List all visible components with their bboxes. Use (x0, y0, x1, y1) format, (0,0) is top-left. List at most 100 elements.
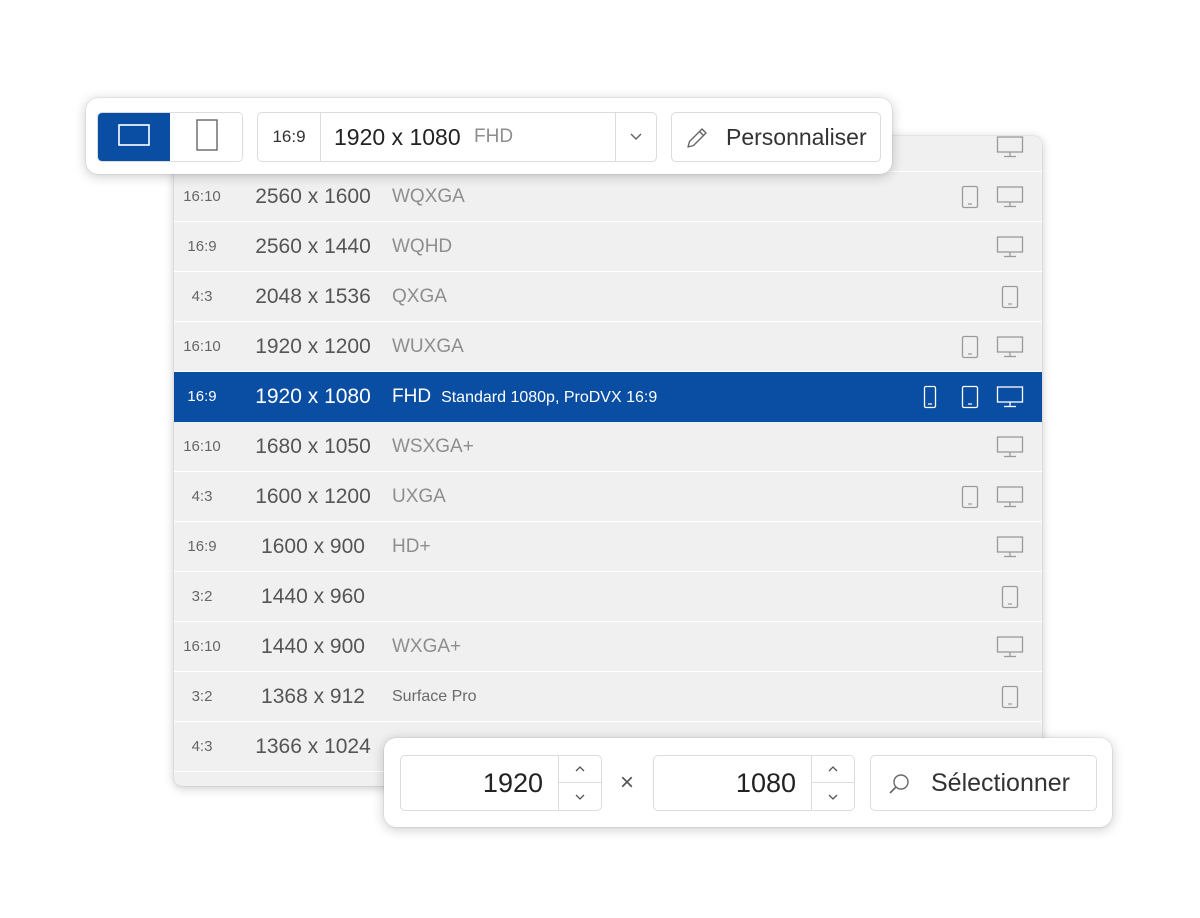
preset-ratio: 16:9 (258, 113, 321, 161)
resolution-name: FHD (392, 386, 432, 407)
list-item[interactable]: 4:3 1600 x 1200 UXGA (174, 472, 1042, 522)
resolution: 1600 x 900 (261, 535, 365, 558)
resolution-name: WXGA+ (392, 636, 462, 657)
height-stepper[interactable]: 1080 (653, 755, 855, 811)
resolution-name-group: HD+ (392, 522, 431, 572)
aspect-ratio: 16:10 (183, 638, 221, 655)
monitor-icon (996, 533, 1024, 561)
resolution: 2560 x 1600 (255, 185, 371, 208)
resolution: 1366 x 1024 (255, 735, 371, 758)
list-item[interactable]: 16:10 1920 x 1200 WUXGA (174, 322, 1042, 372)
select-button[interactable]: Sélectionner (870, 755, 1097, 811)
list-item[interactable]: 16:10 1680 x 1050 WSXGA+ (174, 422, 1042, 472)
tablet-icon (956, 183, 984, 211)
list-item-selected[interactable]: 16:9 1920 x 1080 FHD Standard 1080p, ProDVX… (174, 372, 1042, 422)
resolution-name: Surface Pro (392, 688, 477, 705)
resolution: 1368 x 912 (261, 685, 365, 708)
list-item[interactable]: 16:9 2560 x 1440 WQHD (174, 222, 1042, 272)
device-icons (956, 322, 1024, 372)
device-icons (996, 422, 1024, 472)
resolution-name: WSXGA+ (392, 436, 474, 457)
width-increment-button[interactable] (559, 756, 601, 783)
device-icons (996, 672, 1024, 722)
tablet-icon (996, 583, 1024, 611)
device-icons (916, 372, 1024, 422)
orientation-toggle[interactable] (97, 112, 243, 162)
device-icons (996, 522, 1024, 572)
resolution-name: WQHD (392, 236, 453, 257)
tablet-icon (996, 283, 1024, 311)
resolution-name: WUXGA (392, 336, 464, 357)
tablet-icon (996, 683, 1024, 711)
list-item[interactable]: 16:10 2560 x 1600 WQXGA (174, 172, 1042, 222)
aspect-ratio: 16:10 (183, 188, 221, 205)
resolution: 1440 x 960 (261, 585, 365, 608)
list-item[interactable]: 3:2 1368 x 912 Surface Pro (174, 672, 1042, 722)
resolution: 1440 x 900 (261, 635, 365, 658)
width-decrement-button[interactable] (559, 783, 601, 810)
preset-resolution: 1920 x 1080 (334, 124, 461, 150)
aspect-ratio: 3:2 (191, 588, 213, 605)
chevron-up-icon (574, 760, 586, 778)
preset-toolbar: 16:9 1920 x 1080 FHD Personnaliser (86, 98, 892, 174)
preset-dropdown[interactable]: 16:9 1920 x 1080 FHD (257, 112, 657, 162)
resolution-name-group: WUXGA (392, 322, 464, 372)
list-item[interactable]: 16:9 1600 x 900 HD+ (174, 522, 1042, 572)
aspect-ratio: 3:2 (191, 688, 213, 705)
width-stepper[interactable]: 1920 (400, 755, 602, 811)
monitor-icon (996, 633, 1024, 661)
height-decrement-button[interactable] (812, 783, 854, 810)
resolution-description: Standard 1080p, ProDVX 16:9 (441, 389, 658, 406)
tablet-icon (956, 333, 984, 361)
tablet-icon (956, 483, 984, 511)
monitor-icon (996, 333, 1024, 361)
phone-icon (916, 383, 944, 411)
aspect-ratio: 16:9 (187, 388, 217, 405)
monitor-icon (996, 433, 1024, 461)
chevron-down-icon (629, 128, 643, 146)
resolution-name-group: WQXGA (392, 172, 465, 222)
width-input[interactable]: 1920 (401, 756, 547, 810)
aspect-ratio: 16:10 (183, 338, 221, 355)
landscape-icon (118, 123, 150, 151)
resolution-name-group: WSXGA+ (392, 422, 474, 472)
resolution: 1600 x 1200 (255, 485, 371, 508)
customize-button[interactable]: Personnaliser (671, 112, 881, 162)
landscape-button[interactable] (98, 113, 170, 161)
resolution-name-group: Surface Pro (392, 672, 476, 722)
list-item[interactable]: 3:2 1440 x 960 (174, 572, 1042, 622)
customize-label: Personnaliser (726, 124, 867, 150)
select-label: Sélectionner (931, 769, 1070, 797)
resolution-name: UXGA (392, 486, 446, 507)
dropdown-button[interactable] (615, 113, 656, 161)
search-icon (887, 772, 911, 796)
device-icons (956, 172, 1024, 222)
device-icons (956, 472, 1024, 522)
resolution-name: QXGA (392, 286, 447, 307)
width-spinner[interactable] (558, 756, 601, 810)
portrait-button[interactable] (171, 113, 242, 161)
aspect-ratio: 4:3 (191, 738, 213, 755)
resolution-name-group: WXGA+ (392, 622, 461, 672)
resolution: 2048 x 1536 (255, 285, 371, 308)
height-input[interactable]: 1080 (654, 756, 800, 810)
resolution-name-group: WQHD (392, 222, 452, 272)
chevron-down-icon (574, 788, 586, 806)
portrait-icon (196, 118, 218, 156)
resolution-name: WQXGA (392, 186, 465, 207)
preset-name: FHD (474, 126, 514, 147)
height-increment-button[interactable] (812, 756, 854, 783)
resolution-name: HD+ (392, 536, 431, 557)
resolution-list[interactable]: 16:10 2560 x 1600 WQXGA 16:9 2560 x 1440 WQHD… (174, 136, 1042, 786)
monitor-icon (996, 383, 1024, 411)
monitor-icon (996, 233, 1024, 261)
custom-size-bar: 1920 × 1080 Sélectionner (384, 738, 1112, 827)
list-item[interactable]: 4:3 2048 x 1536 QXGA (174, 272, 1042, 322)
resolution-name-group: UXGA (392, 472, 446, 522)
device-icons (996, 572, 1024, 622)
list-item[interactable]: 16:10 1440 x 900 WXGA+ (174, 622, 1042, 672)
height-spinner[interactable] (811, 756, 854, 810)
device-icons (996, 136, 1024, 172)
monitor-icon (996, 136, 1024, 161)
resolution: 2560 x 1440 (255, 235, 371, 258)
